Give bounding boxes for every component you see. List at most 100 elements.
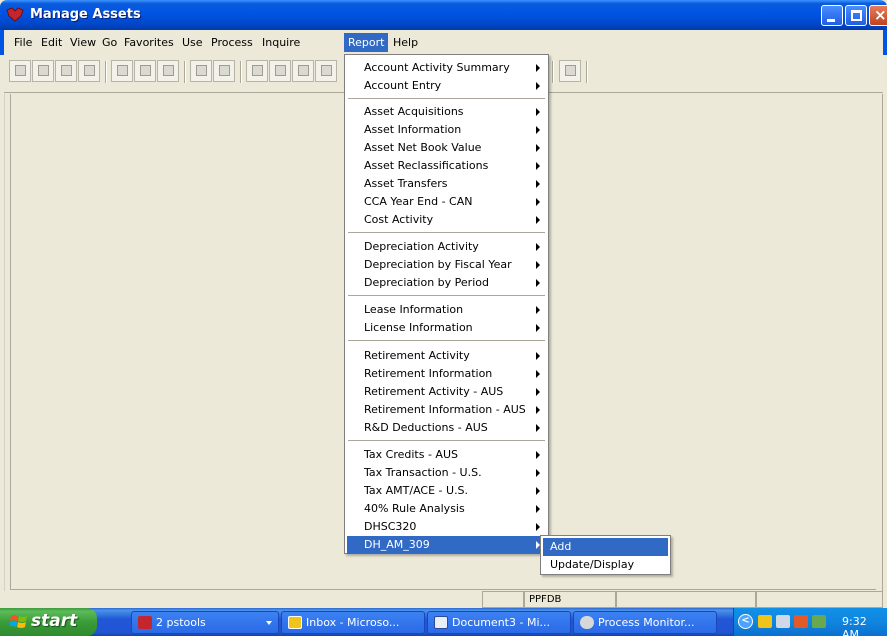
menu-process[interactable]: Process — [207, 35, 257, 51]
outlook-tray-icon[interactable] — [758, 615, 772, 628]
menu-view[interactable]: View — [66, 35, 100, 51]
network-tray-icon[interactable] — [776, 615, 790, 628]
menu-item-retirement-information-aus[interactable]: Retirement Information - AUS — [347, 401, 546, 419]
menu-inquire[interactable]: Inquire — [258, 35, 304, 51]
tray-monitor-icon[interactable] — [812, 615, 826, 628]
edit-button[interactable] — [559, 60, 581, 82]
last-icon — [321, 65, 332, 76]
process-button[interactable] — [32, 60, 54, 82]
menu-item-asset-acquisitions[interactable]: Asset Acquisitions — [347, 103, 546, 121]
menu-item-retirement-activity[interactable]: Retirement Activity — [347, 347, 546, 365]
title-bar[interactable]: Manage Assets × — [0, 0, 887, 30]
save-button[interactable] — [9, 60, 31, 82]
menu-separator — [348, 295, 545, 297]
menu-favorites[interactable]: Favorites — [120, 35, 178, 51]
menu-help[interactable]: Help — [389, 35, 422, 51]
menu-item-asset-reclassifications[interactable]: Asset Reclassifications — [347, 157, 546, 175]
delete-row-button[interactable] — [134, 60, 156, 82]
run-button[interactable] — [55, 60, 77, 82]
menu-item-dh-am-309[interactable]: DH_AM_309 — [347, 536, 546, 554]
minimize-button[interactable] — [821, 5, 843, 26]
previous-icon — [275, 65, 286, 76]
menu-item-asset-transfers[interactable]: Asset Transfers — [347, 175, 546, 193]
submenu-arrow-icon — [536, 306, 540, 314]
app-icon — [6, 7, 24, 22]
submenu-arrow-icon — [536, 406, 540, 414]
close-button[interactable]: × — [869, 5, 887, 26]
submenu-item-update-display[interactable]: Update/Display — [543, 556, 668, 574]
menu-item-depreciation-by-fiscal-year[interactable]: Depreciation by Fiscal Year — [347, 256, 546, 274]
first-button[interactable] — [292, 60, 314, 82]
menu-item-tax-amt-ace-us[interactable]: Tax AMT/ACE - U.S. — [347, 482, 546, 500]
menu-item-asset-net-book-value[interactable]: Asset Net Book Value — [347, 139, 546, 157]
status-cell-empty — [756, 591, 883, 608]
toolbar-separator — [240, 61, 242, 83]
menu-item-cost-activity[interactable]: Cost Activity — [347, 211, 546, 229]
start-label: start — [31, 611, 78, 631]
taskbar-button-pstools[interactable]: 2 pstools — [131, 611, 279, 634]
menu-use[interactable]: Use — [178, 35, 207, 51]
taskbar-button-inbox[interactable]: Inbox - Microso... — [281, 611, 425, 634]
menu-item-tax-credits-aus[interactable]: Tax Credits - AUS — [347, 446, 546, 464]
tray-app-icon[interactable] — [794, 615, 808, 628]
delete-button[interactable] — [78, 60, 100, 82]
menu-item-lease-information[interactable]: Lease Information — [347, 301, 546, 319]
menu-item-retirement-activity-aus[interactable]: Retirement Activity - AUS — [347, 383, 546, 401]
menu-item-retirement-information[interactable]: Retirement Information — [347, 365, 546, 383]
menu-item-asset-information[interactable]: Asset Information — [347, 121, 546, 139]
chevron-down-icon — [266, 621, 272, 625]
copy-button[interactable] — [190, 60, 212, 82]
menu-item-rd-deductions-aus[interactable]: R&D Deductions - AUS — [347, 419, 546, 437]
status-cell-empty — [482, 591, 524, 608]
menu-item-account-activity-summary[interactable]: Account Activity Summary — [347, 59, 546, 77]
pstools-icon — [138, 616, 152, 629]
maximize-button[interactable] — [845, 5, 867, 26]
system-tray: < 9:32 AM — [733, 608, 887, 636]
menu-item-tax-transaction-us[interactable]: Tax Transaction - U.S. — [347, 464, 546, 482]
menu-item-dhsc320[interactable]: DHSC320 — [347, 518, 546, 536]
submenu-arrow-icon — [536, 162, 540, 170]
submenu-arrow-icon — [536, 451, 540, 459]
taskbar-button-document3[interactable]: Document3 - Mi... — [427, 611, 571, 634]
menu-separator — [348, 98, 545, 100]
menu-item-license-information[interactable]: License Information — [347, 319, 546, 337]
next-button[interactable] — [246, 60, 268, 82]
menu-item-depreciation-by-period[interactable]: Depreciation by Period — [347, 274, 546, 292]
menu-edit[interactable]: Edit — [37, 35, 66, 51]
previous-button[interactable] — [269, 60, 291, 82]
menu-report[interactable]: Report — [344, 33, 389, 52]
delete-row-icon — [140, 65, 151, 76]
last-button[interactable] — [315, 60, 337, 82]
next-icon — [252, 65, 263, 76]
word-icon — [434, 616, 448, 629]
menu-item-account-entry[interactable]: Account Entry — [347, 77, 546, 95]
submenu-arrow-icon — [536, 279, 540, 287]
submenu-arrow-icon — [536, 198, 540, 206]
submenu-arrow-icon — [536, 180, 540, 188]
submenu-arrow-icon — [536, 144, 540, 152]
menu-go[interactable]: Go — [98, 35, 121, 51]
submenu-arrow-icon — [536, 108, 540, 116]
menu-item-cca-year-end-can[interactable]: CCA Year End - CAN — [347, 193, 546, 211]
start-button[interactable]: start — [0, 608, 97, 636]
grid-button[interactable] — [157, 60, 179, 82]
status-cell-empty — [616, 591, 756, 608]
submenu-arrow-icon — [536, 243, 540, 251]
taskbar-button-process-monitor[interactable]: Process Monitor... — [573, 611, 717, 634]
run-icon — [61, 65, 72, 76]
submenu-arrow-icon — [536, 505, 540, 513]
pencil-icon — [565, 65, 576, 76]
show-hidden-icons-icon[interactable]: < — [738, 614, 753, 629]
submenu-arrow-icon — [536, 352, 540, 360]
submenu-item-add[interactable]: Add — [543, 538, 668, 556]
toolbar-separator — [586, 61, 588, 83]
close-icon: × — [874, 6, 887, 24]
window-title: Manage Assets — [30, 7, 141, 22]
insert-row-icon — [117, 65, 128, 76]
menu-item-40-rule-analysis[interactable]: 40% Rule Analysis — [347, 500, 546, 518]
menu-file[interactable]: File — [10, 35, 36, 51]
menu-item-depreciation-activity[interactable]: Depreciation Activity — [347, 238, 546, 256]
insert-row-button[interactable] — [111, 60, 133, 82]
submenu-arrow-icon — [536, 487, 540, 495]
paste-button[interactable] — [213, 60, 235, 82]
